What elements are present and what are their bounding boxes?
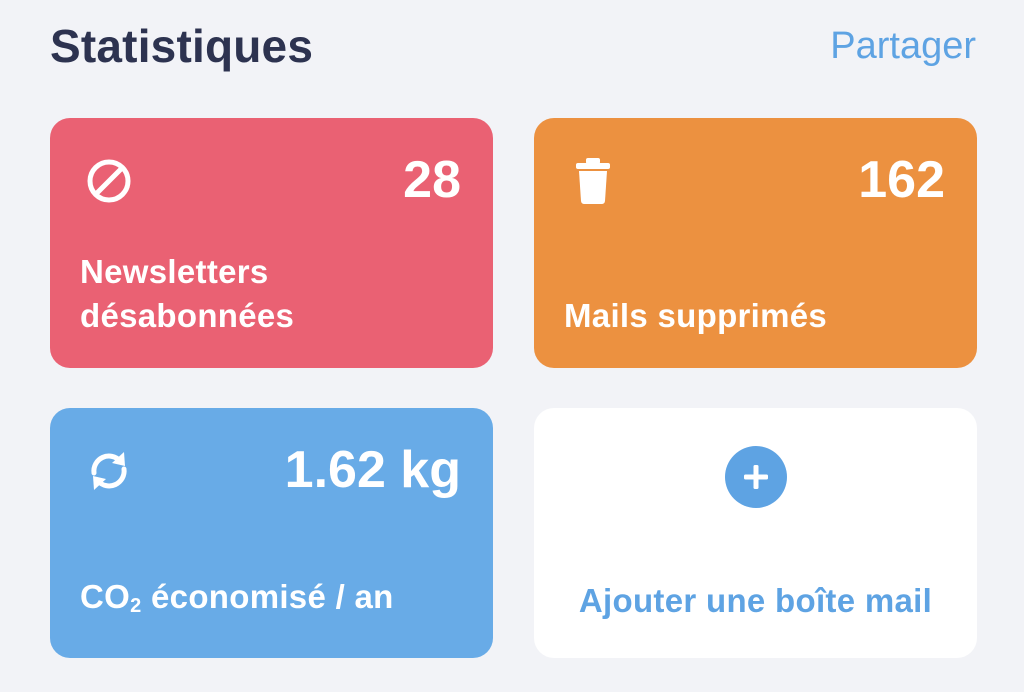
mails-deleted-label: Mails supprimés — [564, 297, 828, 334]
blocked-icon — [82, 154, 136, 208]
co2-label-subscript: 2 — [130, 595, 142, 617]
co2-saved-card: 1.62 kg CO2 économisé / an — [50, 408, 493, 658]
add-mailbox-label: Ajouter une boîte mail — [578, 582, 933, 619]
co2-saved-value: 1.62 kg — [284, 441, 461, 499]
co2-saved-label: CO2 économisé / an — [80, 575, 463, 628]
share-button[interactable]: Partager — [830, 25, 976, 68]
newsletters-label: Newsletters désabonnées — [80, 253, 295, 334]
mails-deleted-card: 162 Mails supprimés — [534, 118, 977, 368]
newsletters-count: 28 — [403, 151, 461, 209]
add-mailbox-button[interactable]: Ajouter une boîte mail — [534, 408, 977, 658]
refresh-icon — [82, 444, 136, 498]
co2-label-prefix: CO — [80, 578, 131, 615]
co2-label-suffix: économisé / an — [141, 578, 394, 615]
page-title: Statistiques — [50, 20, 314, 72]
trash-icon — [566, 154, 620, 208]
stats-header: Statistiques Partager — [50, 14, 976, 78]
newsletters-unsubscribed-card: 28 Newsletters désabonnées — [50, 118, 493, 368]
mails-deleted-count: 162 — [858, 151, 945, 209]
plus-circle-icon[interactable] — [724, 446, 787, 508]
